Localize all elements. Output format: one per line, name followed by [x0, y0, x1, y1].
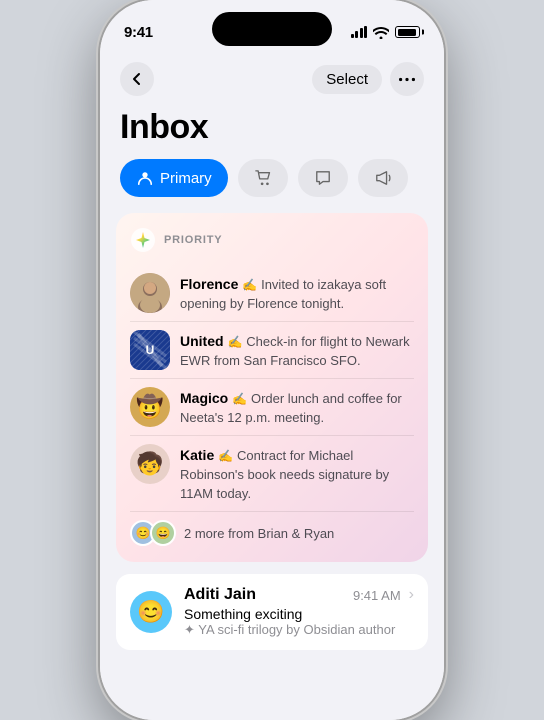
- more-avatars: 😊 😄: [130, 520, 176, 546]
- phone-frame: 9:41: [100, 0, 444, 720]
- chevron-right-icon: ›: [409, 586, 414, 604]
- inbox-sender-aditi: Aditi Jain: [184, 586, 256, 604]
- bubble-icon: [314, 169, 332, 187]
- svg-text:U: U: [146, 343, 155, 357]
- priority-label: PRIORITY: [164, 234, 222, 246]
- priority-item-magico[interactable]: 🤠 Magico ✍ Order lunch and coffee for Ne…: [130, 379, 414, 436]
- wifi-icon: [373, 26, 389, 38]
- inbox-top-aditi: Aditi Jain 9:41 AM ›: [184, 586, 414, 604]
- tab-primary-label: Primary: [160, 170, 212, 187]
- dynamic-island: [212, 12, 332, 46]
- priority-item-katie[interactable]: 🧒 Katie ✍ Contract for Michael Robinson'…: [130, 436, 414, 512]
- megaphone-icon: [374, 169, 392, 187]
- cart-icon: [254, 169, 272, 187]
- tab-messages[interactable]: [298, 159, 348, 197]
- sender-magico: Magico: [180, 390, 228, 406]
- inbox-content-aditi: Aditi Jain 9:41 AM › Something exciting …: [184, 586, 414, 638]
- nav-bar: Select: [100, 54, 444, 104]
- avatar-united: U: [130, 330, 170, 370]
- inbox-list: 😊 Aditi Jain 9:41 AM › Something excitin…: [116, 574, 428, 650]
- battery-icon: [395, 26, 420, 38]
- inbox-time-aditi: 9:41 AM: [353, 588, 401, 603]
- more-button[interactable]: [390, 62, 424, 96]
- avatar-florence: [130, 273, 170, 313]
- status-icons: [351, 26, 421, 38]
- more-row[interactable]: 😊 😄 2 more from Brian & Ryan: [130, 512, 414, 548]
- priority-text-magico: Magico ✍ Order lunch and coffee for Neet…: [180, 387, 414, 427]
- tab-primary[interactable]: Primary: [120, 159, 228, 197]
- tab-bar: Primary: [100, 159, 444, 213]
- priority-item-florence[interactable]: Florence ✍ Invited to izakaya soft openi…: [130, 265, 414, 322]
- avatar-aditi: 😊: [130, 591, 172, 633]
- select-button[interactable]: Select: [312, 65, 382, 94]
- person-icon: [136, 169, 154, 187]
- priority-header: PRIORITY: [130, 227, 414, 253]
- inbox-preview-aditi: ✦ YA sci-fi trilogy by Obsidian author: [184, 622, 414, 638]
- avatar-magico: 🤠: [130, 387, 170, 427]
- priority-text-united: United ✍ Check-in for flight to Newark E…: [180, 330, 414, 370]
- page-title: Inbox: [100, 104, 444, 159]
- screen: 9:41: [100, 0, 444, 720]
- priority-sparkle-icon: [130, 227, 156, 253]
- signal-bars-icon: [351, 26, 368, 38]
- priority-card: PRIORITY Florence ✍: [116, 213, 428, 562]
- inbox-item-aditi[interactable]: 😊 Aditi Jain 9:41 AM › Something excitin…: [116, 574, 428, 650]
- back-button[interactable]: [120, 62, 154, 96]
- sender-florence: Florence: [180, 276, 238, 292]
- status-time: 9:41: [124, 24, 153, 41]
- avatar-katie: 🧒: [130, 444, 170, 484]
- sender-katie: Katie: [180, 447, 214, 463]
- sender-united: United: [180, 333, 224, 349]
- more-text: 2 more from Brian & Ryan: [184, 526, 334, 541]
- tab-shopping[interactable]: [238, 159, 288, 197]
- mini-avatar-ryan: 😄: [150, 520, 176, 546]
- priority-item-united[interactable]: U United ✍ Check-in for flight to Newark…: [130, 322, 414, 379]
- nav-actions: Select: [312, 62, 424, 96]
- tab-updates[interactable]: [358, 159, 408, 197]
- priority-text-florence: Florence ✍ Invited to izakaya soft openi…: [180, 273, 414, 313]
- inbox-subject-aditi: Something exciting: [184, 606, 414, 622]
- priority-text-katie: Katie ✍ Contract for Michael Robinson's …: [180, 444, 414, 503]
